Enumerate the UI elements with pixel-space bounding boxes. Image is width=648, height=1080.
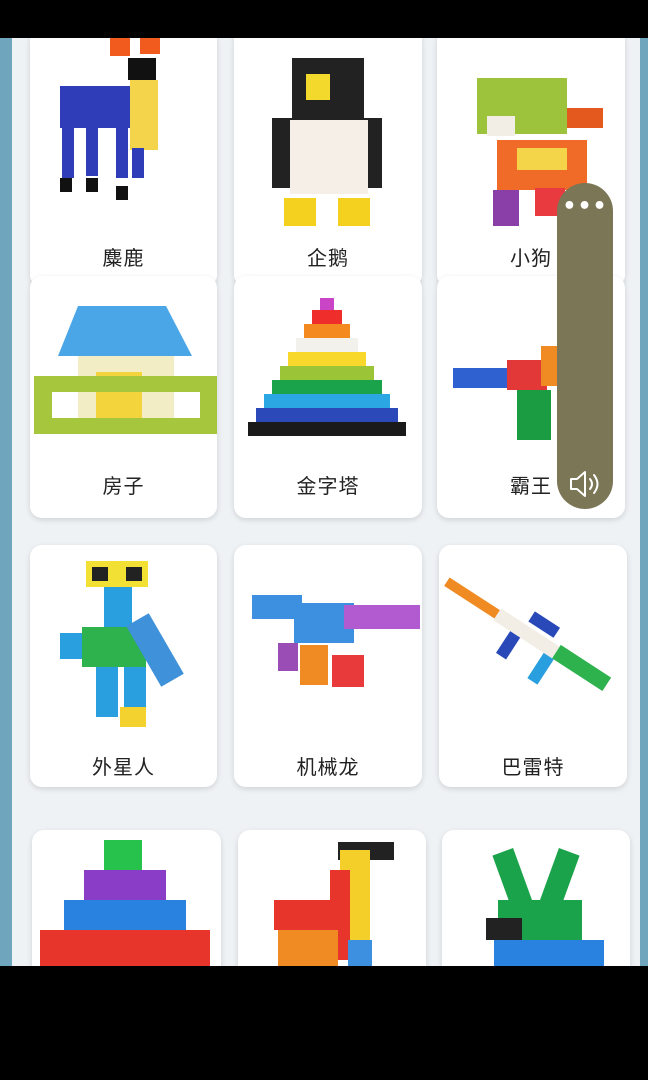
penguin-model-image	[272, 58, 382, 226]
pyramid-model-image	[248, 298, 406, 436]
ostrich-model-image	[274, 842, 394, 966]
elk-model-image	[60, 38, 160, 200]
model-card-tower[interactable]	[32, 830, 221, 966]
model-label: 巴雷特	[501, 755, 565, 779]
model-label: 机械龙	[296, 755, 360, 779]
more-dots-icon[interactable]: •••	[557, 196, 613, 218]
model-label: 房子	[102, 474, 145, 498]
alien-model-image	[60, 561, 184, 727]
rabbit-model-image	[486, 848, 604, 966]
model-label: 外星人	[92, 755, 155, 779]
model-card-barrett[interactable]: 巴雷特	[439, 545, 627, 787]
house-model-image	[34, 306, 217, 434]
model-card-pyramid[interactable]: 金字塔	[234, 276, 422, 518]
model-card-penguin[interactable]: 企鹅	[234, 38, 422, 287]
model-label: 金字塔	[296, 474, 360, 498]
model-card-ostrich[interactable]	[238, 830, 426, 966]
model-card-house[interactable]: 房子	[30, 276, 217, 518]
model-card-mech-dragon[interactable]: 机械龙	[234, 545, 422, 787]
floating-control-panel[interactable]: •••	[557, 183, 613, 509]
model-label: 麋鹿	[102, 246, 145, 270]
model-card-rabbit[interactable]	[442, 830, 630, 966]
model-card-elk[interactable]: 麋鹿	[30, 38, 217, 287]
speaker-icon[interactable]	[567, 469, 603, 503]
model-card-alien[interactable]: 外星人	[30, 545, 217, 787]
app-screen: 麋鹿 企鹅 小狗 房子 金字塔 霸王 外星人 机械龙 巴雷特 •••	[0, 38, 648, 966]
barrett-rifle-model-image	[444, 577, 612, 692]
toy-model-grid-page[interactable]: 麋鹿 企鹅 小狗 房子 金字塔 霸王 外星人 机械龙 巴雷特	[12, 38, 640, 966]
model-label: 企鹅	[307, 246, 349, 270]
tower-model-image	[40, 840, 210, 966]
mech-dragon-model-image	[252, 595, 420, 687]
